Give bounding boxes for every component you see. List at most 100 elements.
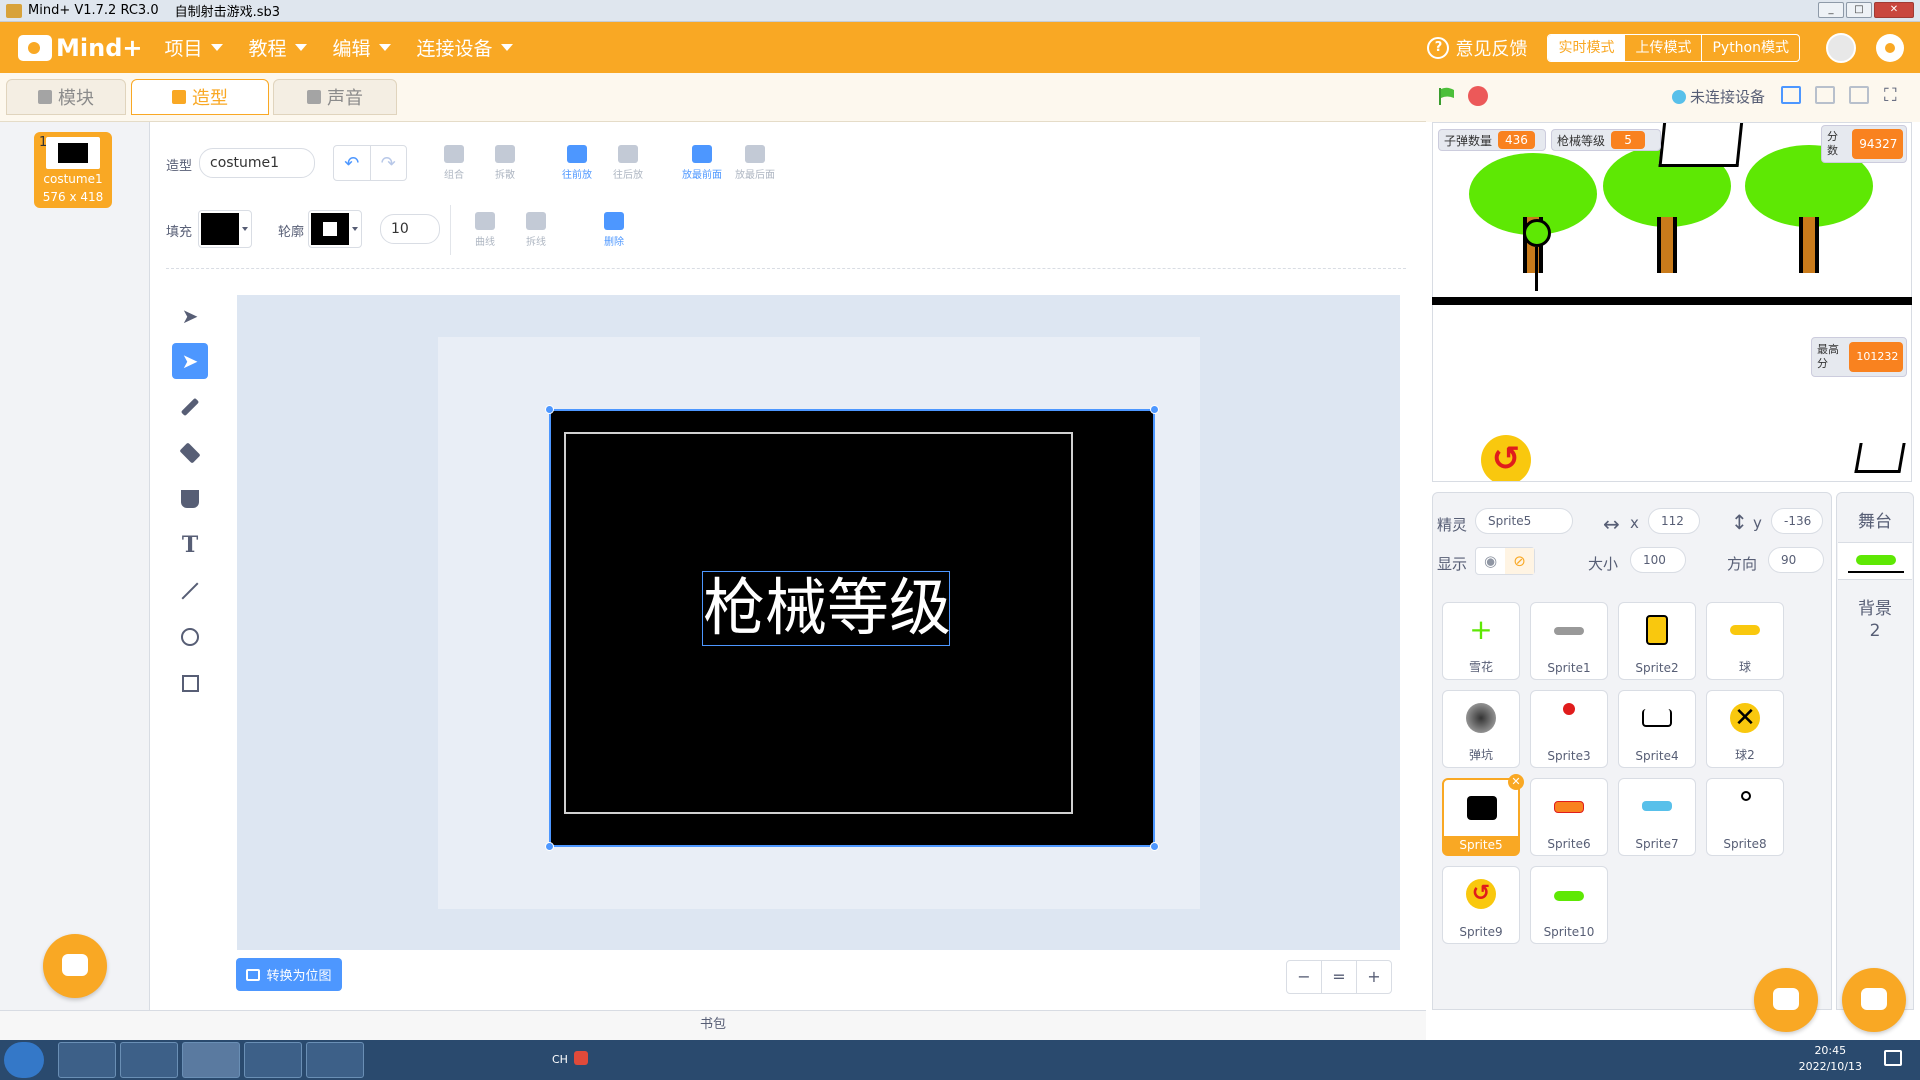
line-tool[interactable] [172, 573, 208, 609]
delete-sprite-icon[interactable]: ✕ [1508, 774, 1524, 790]
corner-button[interactable]: 拆线 [516, 212, 556, 248]
zoom-reset-icon[interactable]: = [1321, 961, 1356, 993]
stage-target-panel[interactable]: 舞台 背景 2 [1836, 492, 1914, 1010]
reset-icon[interactable]: ↺ [1481, 435, 1531, 481]
fill-tool[interactable] [172, 481, 208, 517]
tab-blocks[interactable]: 模块 [6, 79, 126, 115]
clock[interactable]: 20:45 2022/10/13 [1799, 1043, 1862, 1075]
shopping-cart-icon[interactable] [1854, 443, 1906, 473]
resize-handle[interactable] [545, 842, 554, 851]
menu-project[interactable]: 项目 [164, 34, 223, 61]
ungroup-button[interactable]: 拆散 [485, 145, 525, 181]
zoom-out-icon[interactable]: − [1287, 961, 1321, 993]
wide-stage-icon[interactable] [1849, 86, 1869, 104]
ime-lang[interactable]: CH [552, 1053, 568, 1066]
sprite-tile[interactable]: 弹坑 [1442, 690, 1520, 768]
size-input[interactable]: 100 [1630, 547, 1686, 573]
bucket-icon [181, 490, 199, 508]
backpack-bar[interactable]: 书包 [0, 1010, 1426, 1040]
sprite-tile[interactable]: Sprite10 [1530, 866, 1608, 944]
costume-item[interactable]: 1 costume1 576 x 418 [34, 132, 112, 208]
eraser-tool[interactable] [172, 435, 208, 471]
tab-sounds[interactable]: 声音 [273, 79, 397, 115]
mode-realtime[interactable]: 实时模式 [1548, 34, 1625, 61]
x-input[interactable]: 112 [1648, 508, 1700, 534]
zoom-in-icon[interactable]: + [1356, 961, 1391, 993]
add-backdrop-button[interactable] [1842, 968, 1906, 1032]
taskbar-app[interactable] [58, 1042, 116, 1078]
convert-bitmap-button[interactable]: 转换为位图 [236, 958, 342, 991]
reshape-tool[interactable]: ➤ [172, 343, 208, 379]
menu-edit[interactable]: 编辑 [333, 34, 391, 61]
sprite-tile[interactable]: 球 [1706, 602, 1784, 680]
maximize-button[interactable]: □ [1846, 2, 1872, 18]
add-sprite-button[interactable] [1754, 968, 1818, 1032]
taskbar-mindplus[interactable] [182, 1042, 240, 1078]
sprite-tile[interactable]: Sprite6 [1530, 778, 1608, 856]
sprite-tile[interactable]: Sprite3 [1530, 690, 1608, 768]
crosshair-icon: + [1469, 613, 1493, 646]
resize-handle[interactable] [1150, 842, 1159, 851]
canvas-text[interactable]: 枪械等级 [702, 571, 951, 646]
sprite-tile[interactable]: Sprite7 [1618, 778, 1696, 856]
stop-button[interactable] [1468, 86, 1488, 106]
connection-status[interactable]: 未连接设备 [1672, 86, 1765, 107]
taskbar-app[interactable] [120, 1042, 178, 1078]
select-tool[interactable]: ➤ [172, 298, 208, 334]
sprite-tile[interactable]: Sprite8 [1706, 778, 1784, 856]
close-button[interactable]: ✕ [1874, 2, 1914, 18]
resize-handle[interactable] [1150, 405, 1159, 414]
menu-connect[interactable]: 连接设备 [417, 34, 513, 61]
back-button[interactable]: 放最后面 [734, 145, 776, 181]
delete-button[interactable]: 删除 [594, 212, 634, 248]
add-costume-button[interactable] [43, 934, 107, 998]
green-flag-icon[interactable] [1437, 86, 1457, 106]
mode-upload[interactable]: 上传模式 [1624, 34, 1701, 61]
taskbar-app[interactable] [306, 1042, 364, 1078]
tab-costumes[interactable]: 造型 [131, 79, 269, 115]
redo-icon[interactable]: ↷ [371, 146, 407, 180]
forward-button[interactable]: 往前放 [557, 145, 597, 181]
start-button[interactable] [4, 1042, 44, 1078]
fullscreen-icon[interactable]: ⛶ [1884, 85, 1897, 106]
resize-handle[interactable] [545, 405, 554, 414]
eye-hidden-icon[interactable]: ⊘ [1505, 548, 1534, 574]
sprite-tile[interactable]: Sprite2 [1618, 602, 1696, 680]
small-stage-icon[interactable] [1781, 86, 1801, 104]
notification-icon[interactable] [1884, 1050, 1902, 1066]
taskbar-app[interactable] [244, 1042, 302, 1078]
circle-tool[interactable] [172, 619, 208, 655]
rectangle-tool[interactable] [172, 665, 208, 701]
sprite-tile-selected[interactable]: Sprite5 ✕ [1442, 774, 1524, 856]
feedback-button[interactable]: ? 意见反馈 [1427, 35, 1527, 61]
large-stage-icon[interactable] [1815, 86, 1835, 104]
text-tool[interactable]: T [172, 527, 208, 563]
fill-color-picker[interactable] [198, 210, 252, 248]
sprite-tile[interactable]: Sprite4 [1618, 690, 1696, 768]
ime-icon[interactable] [574, 1051, 588, 1065]
outline-width-input[interactable]: 10 [380, 214, 440, 244]
sprite-tile[interactable]: Sprite1 [1530, 602, 1608, 680]
os-taskbar: CH 20:45 2022/10/13 [0, 1040, 1920, 1080]
eye-icon[interactable]: ◉ [1476, 548, 1505, 574]
backward-button[interactable]: 往后放 [608, 145, 648, 181]
outline-color-picker[interactable] [308, 210, 362, 248]
front-button[interactable]: 放最前面 [681, 145, 723, 181]
menu-tutorial[interactable]: 教程 [249, 34, 307, 61]
sprite-name-input[interactable]: Sprite5 [1475, 508, 1573, 534]
mode-python[interactable]: Python模式 [1701, 34, 1799, 61]
undo-icon[interactable]: ↶ [334, 146, 371, 180]
minimize-button[interactable]: _ [1818, 2, 1844, 18]
sprite-tile[interactable]: ↺ Sprite9 [1442, 866, 1520, 944]
costume-name-input[interactable]: costume1 [199, 148, 315, 178]
sprite-tile[interactable]: ✕ 球2 [1706, 690, 1784, 768]
direction-input[interactable]: 90 [1768, 547, 1824, 573]
avatar[interactable] [1826, 32, 1856, 63]
curve-button[interactable]: 曲线 [465, 212, 505, 248]
y-input[interactable]: -136 [1771, 508, 1823, 534]
sprite-tile[interactable]: + 雪花 [1442, 602, 1520, 680]
gear-icon[interactable] [1876, 33, 1904, 62]
group-button[interactable]: 组合 [434, 145, 474, 181]
crater-icon [1466, 703, 1496, 733]
brush-tool[interactable] [172, 389, 208, 425]
